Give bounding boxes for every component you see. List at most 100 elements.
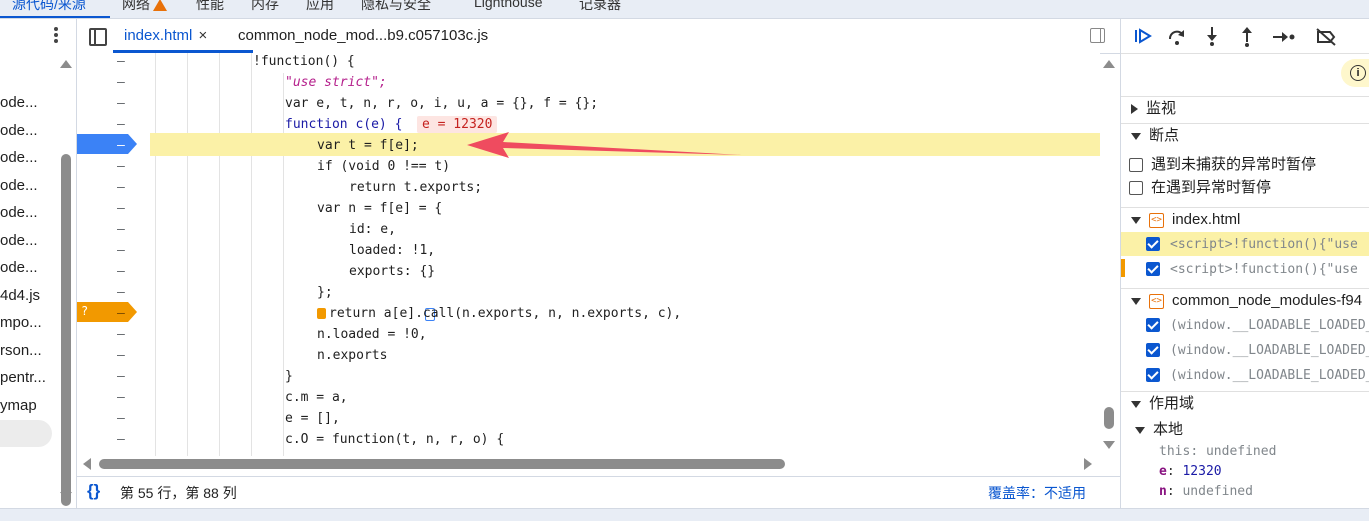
bp-item[interactable]: (window.__LOADABLE_LOADED_ [1121,338,1369,362]
more-options-icon[interactable] [53,26,59,47]
editor-tab-index-html[interactable]: index.html × [124,27,207,44]
line-number[interactable]: – [117,117,125,132]
code-line: return a[e].call(n.exports, n, n.exports… [329,306,682,321]
checkbox-unchecked[interactable] [1129,158,1143,173]
toggle-debugger-sidebar-icon[interactable] [1090,28,1105,43]
scroll-down-icon[interactable] [60,492,72,500]
code-line: if (void 0 !== t) [317,159,451,174]
resume-icon[interactable] [1133,27,1153,47]
section-watch[interactable]: 监视 [1121,96,1369,121]
file-tree-scrollbar[interactable] [61,154,71,506]
file-tree-item[interactable]: mpo... [0,314,42,331]
code-line: c.m = a, [285,390,348,405]
file-tree-item[interactable]: pentr... [0,369,46,386]
inline-breakpoint-orange[interactable] [317,308,326,319]
scope-var-n[interactable]: n: undefined [1121,482,1369,502]
editor-tab-common-node-modules[interactable]: common_node_mod...b9.c057103c.js [238,27,488,44]
file-tree-item[interactable]: 4d4.js [0,287,40,304]
bp-item-active[interactable]: <script>!function(){"use [1121,232,1369,256]
editor-vertical-scrollbar[interactable] [1100,53,1120,457]
panel-tab-strip: 源代码/来源 网络 性能 内存 应用 隐私与安全 Lighthouse 记录器 [0,0,1369,19]
line-number[interactable]: – [117,390,125,405]
scroll-up-icon[interactable] [60,60,72,68]
scroll-left-icon[interactable] [83,458,91,470]
section-breakpoints[interactable]: 断点 [1121,123,1369,148]
scope-var-this[interactable]: this: undefined [1121,442,1369,462]
bp-item[interactable]: <script>!function(){"use [1121,257,1369,281]
step-icon[interactable] [1271,27,1295,47]
file-tree-item[interactable]: ode... [0,204,38,221]
editor-tab-bar: index.html × common_node_mod...b9.c05710… [77,19,1120,54]
line-number[interactable]: – [117,75,125,90]
line-number[interactable]: – [117,222,125,237]
checkbox-checked[interactable] [1146,343,1160,358]
code-editor[interactable]: ? – – – – – – – – – – – – – – – – – – – … [77,53,1100,456]
deactivate-breakpoints-icon[interactable] [1315,27,1337,47]
scope-var-value: 12320 [1182,464,1222,479]
pause-caught-label: 在遇到异常时暂停 [1151,179,1272,196]
line-number[interactable]: – [117,96,125,111]
line-number[interactable]: – [117,348,125,363]
pretty-print-icon[interactable]: {} [87,481,100,501]
file-tree-item[interactable]: ode... [0,259,38,276]
checkbox-unchecked[interactable] [1129,181,1143,196]
scroll-down-icon[interactable] [1103,441,1115,449]
tab-network[interactable]: 网络 [122,0,167,14]
file-tree-item[interactable]: rson... [0,342,42,359]
pause-caught-checkbox-row[interactable]: 在遇到异常时暂停 [1121,177,1369,199]
file-tree-item[interactable]: ode... [0,232,38,249]
line-number[interactable]: – [117,243,125,258]
line-number[interactable]: – [117,432,125,447]
step-out-icon[interactable] [1237,25,1257,47]
checkbox-checked[interactable] [1146,318,1160,333]
line-number[interactable]: – [117,411,125,426]
scroll-right-icon[interactable] [1084,458,1092,470]
line-number[interactable]: – [117,201,125,216]
bp-item[interactable]: (window.__LOADABLE_LOADED_ [1121,363,1369,387]
section-scope[interactable]: 作用域 [1121,391,1369,416]
tab-lighthouse[interactable]: Lighthouse [474,0,543,10]
file-tree-item[interactable]: ode... [0,177,38,194]
scrollbar-thumb[interactable] [1104,407,1114,429]
bp-item[interactable]: (window.__LOADABLE_LOADED_ [1121,313,1369,337]
line-number[interactable]: – [117,369,125,384]
line-number[interactable]: – [117,327,125,342]
tab-memory[interactable]: 内存 [251,0,279,14]
coverage-status[interactable]: 覆盖率：不适用 [988,483,1086,503]
bp-group-index-html[interactable]: <> index.html [1121,207,1369,232]
step-into-icon[interactable] [1202,25,1222,47]
scope-var-e[interactable]: e: 12320 [1121,462,1369,482]
tab-sources[interactable]: 源代码/来源 [12,0,86,14]
scrollbar-thumb[interactable] [99,459,785,469]
scope-local[interactable]: 本地 [1121,419,1369,441]
editor-horizontal-scrollbar[interactable] [77,456,1100,473]
pause-uncaught-checkbox-row[interactable]: 遇到未捕获的异常时暂停 [1121,154,1369,176]
line-number[interactable]: – [117,306,125,321]
selected-file-highlight [0,420,52,447]
step-over-icon[interactable] [1167,27,1187,47]
tab-performance[interactable]: 性能 [196,0,224,14]
toggle-navigator-icon[interactable] [89,28,107,46]
scroll-up-icon[interactable] [1103,60,1115,68]
line-number[interactable]: – [117,138,125,153]
debugger-sidebar: i 监视 断点 遇到未捕获的异常时暂停 在遇到异常时暂停 <> index.htm… [1120,19,1369,508]
checkbox-checked[interactable] [1146,237,1160,252]
tab-recorder[interactable]: 记录器 [579,0,621,14]
tab-application[interactable]: 应用 [306,0,334,14]
breakpoint-marker[interactable] [77,134,137,154]
line-number[interactable]: – [117,180,125,195]
file-tree-item[interactable]: ode... [0,149,38,166]
collapsed-caret-icon [1131,104,1138,115]
line-number[interactable]: – [117,285,125,300]
checkbox-checked[interactable] [1146,368,1160,383]
bp-group-common-node-modules[interactable]: <> common_node_modules-f94 [1121,288,1369,313]
tab-privacy-security[interactable]: 隐私与安全 [361,0,431,14]
line-number[interactable]: – [117,54,125,69]
file-tree-item[interactable]: ymap [0,397,37,414]
line-number[interactable]: – [117,264,125,279]
file-tree-item[interactable]: ode... [0,94,38,111]
line-number[interactable]: – [117,159,125,174]
checkbox-checked[interactable] [1146,262,1160,277]
close-tab-icon[interactable]: × [199,27,208,44]
file-tree-item[interactable]: ode... [0,122,38,139]
